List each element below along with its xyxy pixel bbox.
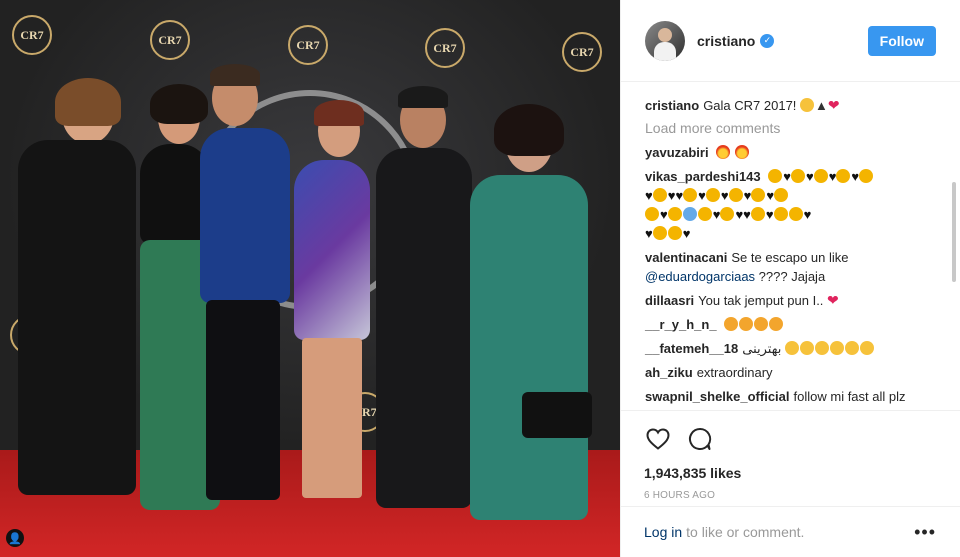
list-item: swapnil_shelke_official follow mi fast al…	[645, 387, 936, 406]
user-tag-icon[interactable]: 👤	[6, 529, 24, 547]
post-header: cristiano ✓ Follow	[621, 0, 960, 82]
cr7-logo: CR7	[12, 15, 52, 55]
list-item: valentinacani Se te escapo un like @eduar…	[645, 248, 936, 286]
like-count[interactable]: 1,943,835 likes	[644, 465, 936, 481]
heart-emoji-icon: ❤	[827, 97, 840, 113]
cr7-logo: CR7	[150, 20, 190, 60]
emoji-icon	[800, 98, 815, 112]
login-link[interactable]: Log in	[644, 524, 682, 540]
post-footer: Log in to like or comment. •••	[620, 506, 960, 557]
list-item: yavuzabiri	[645, 143, 936, 162]
emoji-row: ♥ ♥ ♥♥ ♥ ♥	[645, 207, 811, 222]
cr7-logo: CR7	[562, 32, 602, 72]
comment-author[interactable]: cristiano	[645, 98, 699, 113]
mention-link[interactable]: @eduardogarciaas	[645, 269, 755, 284]
comment-author[interactable]: ah_ziku	[645, 365, 693, 380]
caption-text: Gala CR7 2017!	[703, 98, 797, 113]
username[interactable]: cristiano	[697, 33, 755, 49]
heart-emoji-icon: ❤	[827, 292, 839, 308]
list-item: dillaasri You tak jemput pun I.. ❤	[645, 291, 936, 310]
cr7-logo: CR7	[288, 25, 328, 65]
fire-emoji-icon	[716, 145, 731, 159]
list-item: __fatemeh__18 بهترینی	[645, 339, 936, 358]
emoji-row: ♥ ♥ ♥ ♥	[768, 169, 874, 184]
comment-author[interactable]: valentinacani	[645, 250, 727, 265]
heart-icon[interactable]	[644, 425, 672, 453]
emoji-row: ♥ ♥♥ ♥ ♥ ♥ ♥	[645, 188, 789, 203]
comments-list[interactable]: cristiano Gala CR7 2017! ▲❤ Load more com…	[621, 82, 960, 407]
more-options-icon[interactable]: •••	[914, 522, 936, 543]
comment-icon[interactable]	[686, 425, 714, 453]
comment-author[interactable]: vikas_pardeshi143	[645, 169, 761, 184]
list-item: __r_y_h_n_	[645, 315, 936, 334]
comment-author[interactable]: swapnil_shelke_official	[645, 389, 790, 404]
comment-text: extraordinary	[696, 365, 773, 380]
comments-scrollbar[interactable]	[952, 182, 956, 282]
comment-author[interactable]: __r_y_h_n_	[645, 317, 717, 332]
comment-text: You tak jemput pun I..	[698, 293, 824, 308]
follow-button[interactable]: Follow	[867, 25, 936, 56]
list-item: vikas_pardeshi143 ♥ ♥ ♥ ♥ ♥ ♥♥ ♥ ♥ ♥ ♥ ♥ ♥ ♥♥ ♥ ♥ ♥ ♥	[645, 167, 936, 243]
comment-text: بهترینی	[742, 341, 782, 356]
party-hat-icon: ▲	[815, 98, 828, 113]
login-prompt-text: to like or comment.	[686, 524, 805, 540]
action-icons	[644, 419, 936, 459]
comment-author[interactable]: __fatemeh__18	[645, 341, 738, 356]
cr7-logo: CR7	[425, 28, 465, 68]
verified-badge-icon: ✓	[760, 33, 775, 48]
post-photo[interactable]: CR7 CR7 CR7 CR7 CR7 CR7 CR7 CR7 �	[0, 0, 620, 557]
load-more-comments[interactable]: Load more comments	[645, 120, 936, 136]
comment-text: Se te escapo un like	[731, 250, 849, 265]
post-timestamp[interactable]: 6 HOURS AGO	[644, 490, 936, 501]
fire-emoji-icon	[734, 145, 749, 159]
comment-author[interactable]: yavuzabiri	[645, 145, 709, 160]
comment-text: follow mi fast all plz	[793, 389, 906, 404]
comment-text: ???? Jajaja	[758, 269, 826, 284]
post-actions: 1,943,835 likes 6 HOURS AGO	[620, 410, 960, 501]
comment-author[interactable]: dillaasri	[645, 293, 694, 308]
avatar[interactable]	[645, 20, 685, 61]
list-item: ah_ziku extraordinary	[645, 363, 936, 382]
emoji-row: ♥ ♥	[645, 226, 691, 241]
caption: cristiano Gala CR7 2017! ▲❤	[645, 96, 936, 115]
